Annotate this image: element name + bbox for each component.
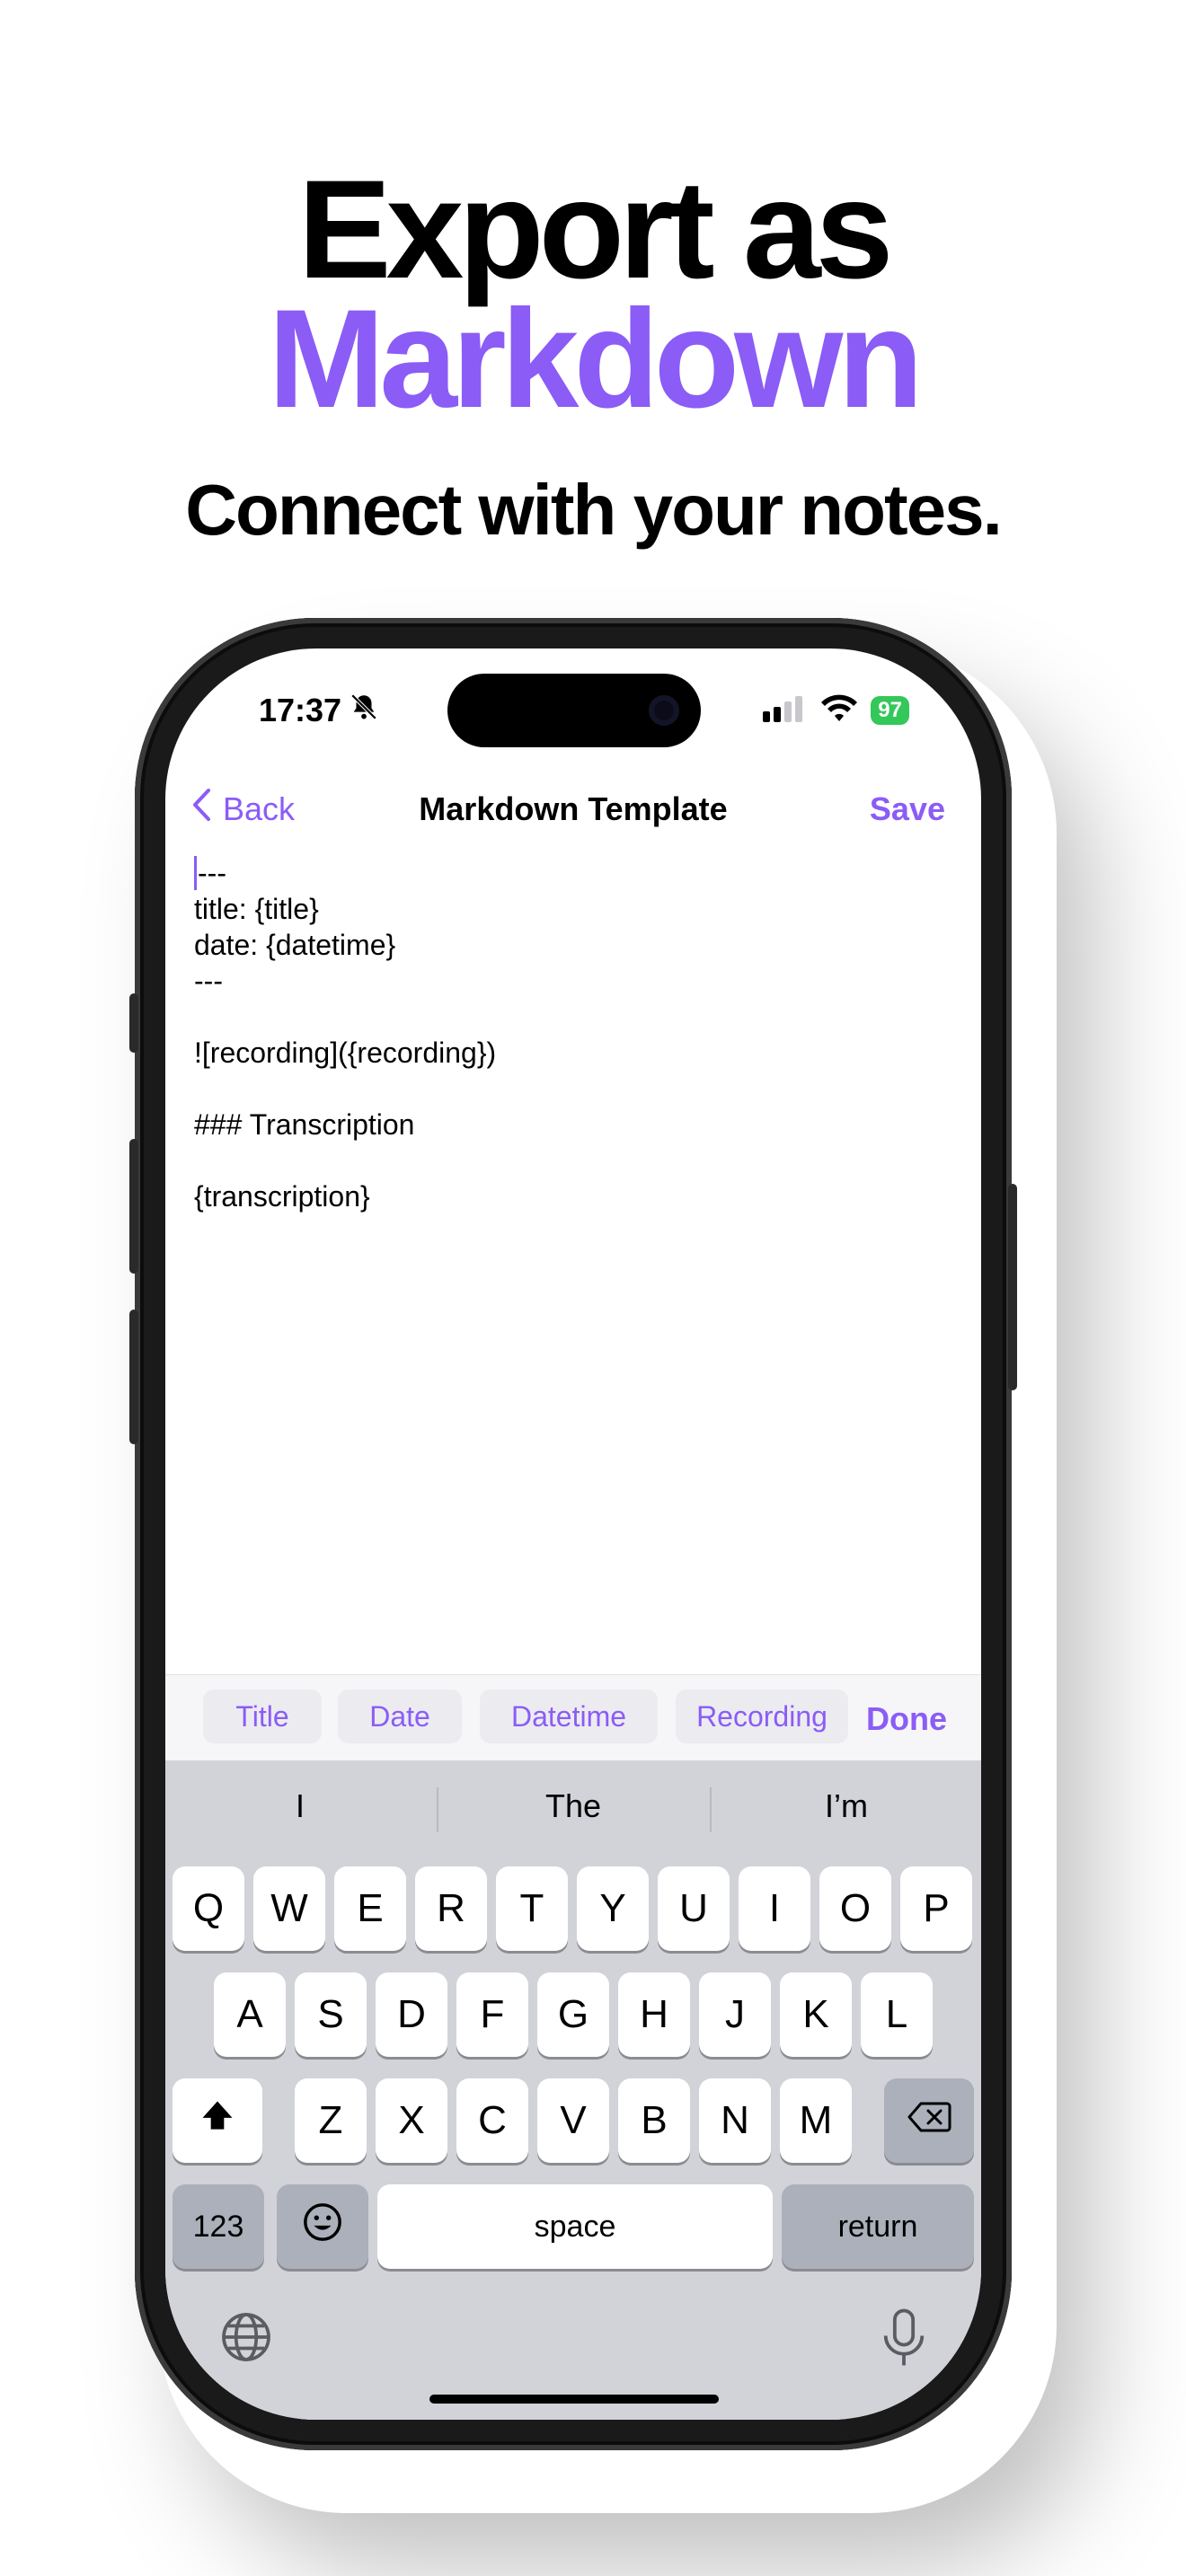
nav-bar: Back Markdown Template Save (165, 774, 981, 846)
delete-icon (907, 2098, 951, 2143)
key-c[interactable]: C (456, 2078, 528, 2163)
battery-indicator: 97 (871, 696, 909, 725)
volume-down-button (129, 1310, 138, 1444)
key-l[interactable]: L (861, 1972, 933, 2057)
key-p[interactable]: P (900, 1866, 972, 1951)
status-icons: 97 (763, 679, 909, 742)
key-y[interactable]: Y (577, 1866, 649, 1951)
text-cursor (194, 856, 197, 890)
key-i[interactable]: I (739, 1866, 810, 1951)
insert-title-button[interactable]: Title (203, 1689, 322, 1743)
volume-up-button (129, 1139, 138, 1274)
shift-icon (198, 2096, 237, 2146)
key-k[interactable]: K (780, 1972, 852, 2057)
silent-switch (129, 993, 138, 1053)
signal-icon (763, 695, 808, 727)
keyboard: I The I’m Q W E R T Y U I O P A S D F G … (165, 1760, 981, 2420)
numbers-key[interactable]: 123 (173, 2184, 264, 2269)
key-u[interactable]: U (658, 1866, 730, 1951)
shift-key[interactable] (173, 2078, 262, 2163)
done-button[interactable]: Done (866, 1700, 947, 1738)
suggestion-bar: I The I’m (165, 1760, 981, 1859)
suggestion-item[interactable]: I (165, 1787, 435, 1825)
key-d[interactable]: D (376, 1972, 447, 2057)
key-e[interactable]: E (334, 1866, 406, 1951)
delete-key[interactable] (884, 2078, 974, 2163)
page-title: Markdown Template (419, 790, 728, 827)
key-g[interactable]: G (537, 1972, 609, 2057)
key-s[interactable]: S (295, 1972, 367, 2057)
key-h[interactable]: H (618, 1972, 690, 2057)
editor-line: --- (194, 855, 949, 891)
insert-recording-button[interactable]: Recording (676, 1689, 848, 1743)
key-w[interactable]: W (253, 1866, 325, 1951)
headline-line-1: Export as (297, 152, 894, 308)
suggestion-item[interactable]: The (438, 1787, 708, 1825)
insert-date-button[interactable]: Date (338, 1689, 462, 1743)
home-indicator (429, 2395, 719, 2404)
editor-blank-line (194, 999, 949, 1035)
editor-line: ![recording]({recording}) (194, 1037, 497, 1069)
dynamic-island (447, 674, 701, 747)
key-r[interactable]: R (415, 1866, 487, 1951)
key-m[interactable]: M (780, 2078, 852, 2163)
editor-line: date: {datetime} (194, 929, 396, 961)
key-x[interactable]: X (376, 2078, 447, 2163)
editor-blank-line (194, 1071, 949, 1107)
phone-screen: 17:37 97 Back Markdown Template Save ---… (165, 648, 981, 2420)
return-key[interactable]: return (782, 2184, 974, 2269)
microphone-icon[interactable] (881, 2308, 927, 2372)
power-button (1008, 1184, 1017, 1390)
key-v[interactable]: V (537, 2078, 609, 2163)
editor-line: title: {title} (194, 893, 319, 925)
key-t[interactable]: T (496, 1866, 568, 1951)
key-a[interactable]: A (214, 1972, 286, 2057)
editor-line: --- (194, 965, 223, 997)
key-q[interactable]: Q (173, 1866, 244, 1951)
key-f[interactable]: F (456, 1972, 528, 2057)
wifi-icon (820, 694, 858, 728)
editor-blank-line (194, 1142, 949, 1178)
insert-datetime-button[interactable]: Datetime (480, 1689, 658, 1743)
emoji-icon (302, 2201, 343, 2253)
emoji-key[interactable] (277, 2184, 368, 2269)
status-time-label: 17:37 (259, 692, 342, 728)
key-z[interactable]: Z (295, 2078, 367, 2163)
key-n[interactable]: N (699, 2078, 771, 2163)
key-o[interactable]: O (819, 1866, 891, 1951)
bell-slash-icon (349, 692, 379, 730)
globe-icon[interactable] (219, 2310, 273, 2369)
space-key[interactable]: space (377, 2184, 773, 2269)
key-j[interactable]: J (699, 1972, 771, 2057)
save-button[interactable]: Save (870, 790, 945, 828)
camera-icon (649, 695, 679, 726)
key-b[interactable]: B (618, 2078, 690, 2163)
editor-line: {transcription} (194, 1180, 370, 1213)
template-editor[interactable]: --- title: {title} date: {datetime} --- … (194, 855, 949, 1214)
placeholder-toolbar: Title Date Datetime Recording Done (165, 1674, 981, 1761)
headline-line-2: Markdown (268, 281, 923, 437)
status-time: 17:37 (259, 679, 379, 742)
headline-subtitle: Connect with your notes. (185, 470, 1003, 550)
suggestion-item[interactable]: I’m (712, 1787, 981, 1825)
editor-line: ### Transcription (194, 1108, 415, 1141)
